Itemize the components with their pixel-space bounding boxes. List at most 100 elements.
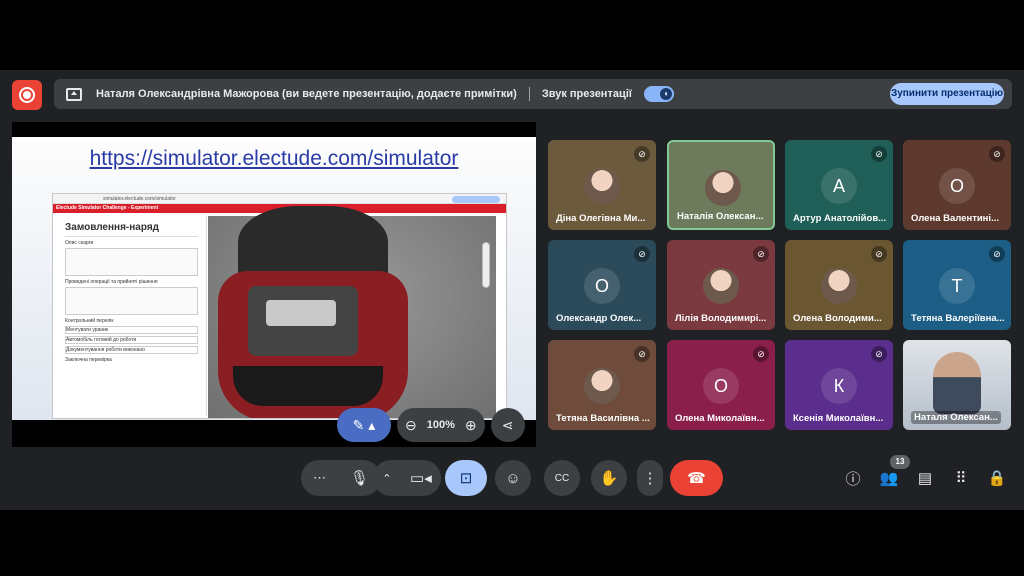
mic-off-icon: ⊘ xyxy=(753,246,769,262)
mic-off-icon: ⊘ xyxy=(871,146,887,162)
mic-off-icon: ⊘ xyxy=(871,246,887,262)
participant-tile[interactable]: ⊘ Лілія Володимирі... xyxy=(667,240,775,330)
participant-tile[interactable]: О ⊘ Олександр Олек... xyxy=(548,240,656,330)
check-item: Ментувати ураник xyxy=(65,326,198,334)
presentation-sound-toggle[interactable]: ◖ xyxy=(643,86,674,102)
avatar: К xyxy=(821,368,857,404)
bottom-toolbar: ⋯ 🎙 ⌃ ▭◂ ⊡ ☺ CC ✋ ⋮ ☎ ⓘ 👥 ▤ ⠿ 🔒 xyxy=(0,460,1024,500)
participant-name: Наталя Олексан... xyxy=(911,411,1001,424)
mic-icon[interactable]: 🎙 xyxy=(350,469,369,487)
final-label: Заключна перевірка xyxy=(65,357,112,363)
presenting-banner: Наталя Олександрівна Мажорова (ви ведете… xyxy=(54,79,1012,109)
captions-icon: CC xyxy=(554,472,570,484)
participant-tile[interactable]: О ⊘ Олена Валентині... xyxy=(903,140,1011,230)
record-icon xyxy=(19,87,35,103)
more-options-icon[interactable]: ⋯ xyxy=(313,470,326,486)
avatar-photo xyxy=(821,268,857,304)
participant-tile[interactable]: Наталя Олексан... xyxy=(903,340,1011,430)
participant-tile[interactable]: Наталія Олексан... xyxy=(667,140,775,230)
more-vert-icon: ⋮ xyxy=(642,470,658,487)
divider xyxy=(528,87,530,101)
presentation-controls: ✎ ▴ ⊖ 100% ⊕ ⋖ xyxy=(337,408,525,442)
avatar-photo xyxy=(584,368,620,404)
avatar-photo xyxy=(584,168,620,204)
car-engine xyxy=(248,286,358,356)
raise-hand-button[interactable]: ✋ xyxy=(591,460,627,496)
control-label: Контрольний перелік xyxy=(65,318,114,324)
present-screen-icon: ⊡ xyxy=(459,470,473,487)
leave-call-button[interactable]: ☎ xyxy=(670,460,723,496)
zoom-in-icon[interactable]: ⊕ xyxy=(465,417,477,434)
participant-name: Олена Володими... xyxy=(793,313,882,324)
participant-name: Лілія Володимирі... xyxy=(675,313,767,324)
check-item: Документування роботи виконано xyxy=(65,346,198,354)
apps-grid-icon[interactable]: ⠿ xyxy=(951,468,971,488)
presentation-sound-label: Звук презентації xyxy=(541,88,632,100)
participant-name: Тетяна Василівна ... xyxy=(556,413,650,424)
participant-tile[interactable]: ⊘ Тетяна Василівна ... xyxy=(548,340,656,430)
present-screen-icon xyxy=(66,87,82,101)
task-box xyxy=(65,248,198,276)
emoji-icon: ☺ xyxy=(505,469,521,487)
participant-name: Тетяна Валеріївна... xyxy=(911,313,1005,324)
participant-tile[interactable]: А ⊘ Артур Анатолійов... xyxy=(785,140,893,230)
annotate-button[interactable]: ✎ ▴ xyxy=(337,408,391,442)
meet-window: Наталя Олександрівна Мажорова (ви ведете… xyxy=(0,0,1024,576)
presenter-text: Наталя Олександрівна Мажорова (ви ведете… xyxy=(96,88,517,100)
present-button[interactable]: ⊡ xyxy=(445,460,487,496)
mic-off-icon: ⊘ xyxy=(753,346,769,362)
share-icon[interactable]: ⋖ xyxy=(490,408,525,442)
mic-off-icon: ⊘ xyxy=(634,146,650,162)
hand-icon: ✋ xyxy=(599,470,619,487)
volume-icon: ◖ xyxy=(659,88,672,100)
avatar: О xyxy=(703,368,739,404)
more-options-button[interactable]: ⋮ xyxy=(637,460,663,496)
zoom-level: 100% xyxy=(426,419,455,431)
zoom-controls: ⊖ 100% ⊕ xyxy=(397,408,485,442)
camera-icon[interactable]: ▭◂ xyxy=(410,469,432,487)
stop-presenting-button[interactable]: Зупинити презентацію xyxy=(890,83,1004,105)
slide-url-link[interactable]: https://simulator.electude.com/simulator xyxy=(12,147,536,171)
recording-button[interactable] xyxy=(12,80,42,110)
avatar: А xyxy=(821,168,857,204)
order-panel: Замовлення-наряд Опис скарги Проведені о… xyxy=(57,216,207,416)
zoom-out-icon[interactable]: ⊖ xyxy=(405,417,417,434)
check-item: Автомобіль готовий до роботи xyxy=(65,336,198,344)
participant-tile[interactable]: ⊘ Олена Володими... xyxy=(785,240,893,330)
ops-box xyxy=(65,287,198,315)
zoom-rail xyxy=(482,242,490,288)
reactions-button[interactable]: ☺ xyxy=(495,460,531,496)
mic-off-icon: ⊘ xyxy=(871,346,887,362)
meeting-area: Наталя Олександрівна Мажорова (ви ведете… xyxy=(0,70,1024,510)
mic-off-icon: ⊘ xyxy=(634,346,650,362)
pen-icon: ✎ ▴ xyxy=(352,416,376,433)
chevron-up-icon[interactable]: ⌃ xyxy=(382,472,391,485)
avatar: О xyxy=(939,168,975,204)
order-title: Замовлення-наряд xyxy=(65,222,160,233)
avatar-photo xyxy=(703,268,739,304)
participant-tile[interactable]: Т ⊘ Тетяна Валеріївна... xyxy=(903,240,1011,330)
end-call-icon: ☎ xyxy=(687,470,706,487)
participant-tile[interactable]: О ⊘ Олена Миколаївн... xyxy=(667,340,775,430)
participant-name: Наталія Олексан... xyxy=(677,211,764,222)
participant-name: Діна Олегівна Ми... xyxy=(556,213,646,224)
mic-off-icon: ⊘ xyxy=(634,246,650,262)
info-icon[interactable]: ⓘ xyxy=(843,468,863,488)
host-controls-lock-icon[interactable]: 🔒 xyxy=(987,468,1007,488)
ops-label: Проведені операції та прийняті рішення xyxy=(65,279,158,285)
browser-address: simulator.electude.com/simulator xyxy=(103,196,176,202)
mic-off-icon: ⊘ xyxy=(989,146,1005,162)
participant-name: Олена Валентині... xyxy=(911,213,999,224)
captions-button[interactable]: CC xyxy=(544,460,580,496)
people-count-badge: 13 xyxy=(890,455,910,469)
participant-tile[interactable]: К ⊘ Ксенія Миколаївн... xyxy=(785,340,893,430)
presentation-stage: https://simulator.electude.com/simulator… xyxy=(12,122,536,447)
chat-icon[interactable]: ▤ xyxy=(915,468,935,488)
participant-name: Олександр Олек... xyxy=(556,313,642,324)
people-icon[interactable]: 👥 xyxy=(879,468,899,488)
task-label: Опис скарги xyxy=(65,240,94,246)
participant-tile[interactable]: ⊘ Діна Олегівна Ми... xyxy=(548,140,656,230)
car-engine-view xyxy=(208,206,496,418)
avatar-photo xyxy=(705,170,741,206)
avatar: О xyxy=(584,268,620,304)
